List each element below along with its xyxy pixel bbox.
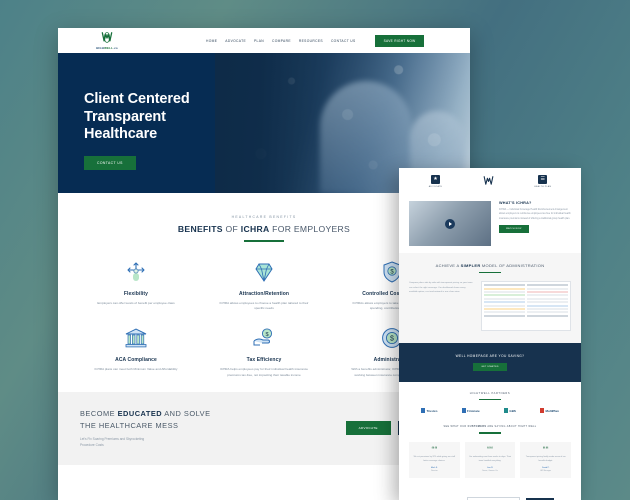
hero-cta-button[interactable]: CONTACT US xyxy=(84,156,136,171)
testimonial-cards: ““ We cut premiums by 32% while giving o… xyxy=(409,441,572,479)
benefit-cards-grid: Flexibility Employers can offer levels o… xyxy=(76,259,452,379)
benefit-description: ICHRA allows employees to choose a healt… xyxy=(219,300,309,310)
quote-mark-icon: ““ xyxy=(487,446,493,453)
bank-building-icon xyxy=(123,325,149,351)
shield-nav-icon: ★ xyxy=(430,174,440,184)
site-logo[interactable]: HIGHWELL.co xyxy=(68,31,146,50)
header-cta-button[interactable]: SAVE RIGHT NOW xyxy=(374,34,425,47)
testimonial-card: ““ We cut premiums by 32% while giving o… xyxy=(409,441,460,479)
quote-mark-icon: ““ xyxy=(431,446,438,453)
cta-copy: BECOME EDUCATED AND SOLVE THE HEALTHCARE… xyxy=(80,408,211,448)
benefit-card: $ Tax Efficiency ICHRA helps employees p… xyxy=(204,325,324,378)
nav-item-contact-us[interactable]: CONTACT US xyxy=(331,39,356,43)
plan-comparison-table-screenshot xyxy=(481,281,571,332)
intro-body: ICHRA — Individual Coverage Health Reimb… xyxy=(499,209,571,220)
benefits-title: BENEFITS OF ICHRA FOR EMPLOYERS xyxy=(177,224,351,234)
nav-item-compare[interactable]: COMPARE xyxy=(272,39,291,43)
sub-site-header: ★ ADVOCATE ☰ HEALTH PLAN xyxy=(399,168,581,194)
nav-item-plan[interactable]: PLAN xyxy=(254,39,264,43)
sub-nav-item-health-plan[interactable]: ☰ HEALTH PLAN xyxy=(534,174,552,188)
testimonial-role: Director xyxy=(431,470,438,473)
partner-mark-icon xyxy=(461,408,466,414)
quote-mark-icon: ““ xyxy=(542,446,549,453)
partner-mark-icon xyxy=(421,408,426,414)
logo-wordmark: HIGHWELL.co xyxy=(96,46,118,50)
band-text: WELL HOMEPAGE ARE YOU SAVING? xyxy=(455,354,525,359)
benefit-title: Flexibility xyxy=(123,290,149,297)
benefit-card: Attraction/Retention ICHRA allows employ… xyxy=(204,259,324,312)
intro-video-thumbnail[interactable] xyxy=(409,201,491,246)
healthwell-logo-icon xyxy=(100,31,114,45)
sub-nav-label: HEALTH PLAN xyxy=(534,185,552,188)
nav-item-home[interactable]: HOME xyxy=(206,39,217,43)
partners-label: HIGHTWELL PARTNERS xyxy=(469,392,511,396)
benefit-title: Tax Efficiency xyxy=(246,357,282,364)
main-site-header: HIGHWELL.co HOME ADVOCATE PLAN COMPARE R… xyxy=(58,28,470,53)
partner-mark-icon xyxy=(503,408,508,414)
partners-underline xyxy=(479,399,501,401)
benefit-description: Employers can offer levels of benefit pe… xyxy=(97,300,175,305)
compare-title: ACHIEVE A SIMPLER MODEL OF ADMINISTRATIO… xyxy=(435,263,545,268)
partner-logo[interactable]: Trustco xyxy=(421,408,437,414)
testimonial-card: ““ Our onboarding went from weeks to day… xyxy=(464,441,516,479)
hand-money-icon: $ xyxy=(251,325,277,351)
advocate-button[interactable]: ADVOCATE xyxy=(345,421,391,436)
compare-title-underline xyxy=(479,272,501,274)
newsletter-section: JOIN OUR NEWSLETTER Email SUBSCRIBE xyxy=(399,488,581,500)
document-nav-icon: ☰ xyxy=(538,174,548,184)
testimonial-role: HR Manager xyxy=(540,470,552,473)
arrows-flexibility-icon xyxy=(123,259,149,285)
partner-logo[interactable]: MultiPlan xyxy=(540,408,559,414)
nav-item-advocate[interactable]: ADVOCATE xyxy=(225,39,246,43)
testimonial-role: Owner, Greene Co. xyxy=(481,470,499,473)
title-underline xyxy=(244,240,284,242)
compare-section: ACHIEVE A SIMPLER MODEL OF ADMINISTRATIO… xyxy=(399,253,581,344)
cta-subtext: Let's Fix Soaring Premiums and Skyrocket… xyxy=(80,437,145,447)
testimonials-section: SEE WHAT OUR CUSTOMERS ARE SAYING ABOUT … xyxy=(399,421,581,489)
secondary-website-mockup: ★ ADVOCATE ☰ HEALTH PLAN WHAT'S ICHRA? I… xyxy=(399,168,581,500)
benefit-card: ACA Compliance ICHRA plans can meet both… xyxy=(76,325,196,378)
partner-logos: Trustco Firstcare GBS MultiPlan xyxy=(409,408,571,414)
testimonial-text: Our onboarding went from weeks to days. … xyxy=(468,455,512,462)
testimonials-label: SEE WHAT OUR CUSTOMERS ARE SAYING ABOUT … xyxy=(443,425,537,429)
nav-item-resources[interactable]: RESOURCES xyxy=(299,39,323,43)
watch-now-button[interactable]: WATCH NOW xyxy=(499,225,529,234)
benefit-description: ICHRA plans can meet both Minimum Value … xyxy=(94,367,178,372)
partner-logo[interactable]: Firstcare xyxy=(461,408,480,414)
testimonials-underline xyxy=(479,432,501,434)
testimonial-card: ““ Transparent pricing finally made sens… xyxy=(520,441,572,479)
savings-band: WELL HOMEPAGE ARE YOU SAVING? GET STARTE… xyxy=(399,343,581,383)
compare-body: Compare plans side by side with transpar… xyxy=(409,282,473,293)
main-nav: HOME ADVOCATE PLAN COMPARE RESOURCES CON… xyxy=(206,34,425,47)
testimonial-text: Transparent pricing finally made sense o… xyxy=(525,455,566,462)
healthwell-logo-icon[interactable] xyxy=(482,175,495,188)
intro-copy: WHAT'S ICHRA? ICHRA — Individual Coverag… xyxy=(499,201,571,234)
play-button-icon[interactable] xyxy=(445,218,455,229)
sub-nav-item-advocate[interactable]: ★ ADVOCATE xyxy=(428,174,443,188)
benefit-title: Attraction/Retention xyxy=(238,290,290,297)
benefit-description: ICHRA helps employees pay for their indi… xyxy=(219,367,309,377)
hero-headline: Client Centered Transparent Healthcare xyxy=(84,91,190,143)
testimonial-text: We cut premiums by 32% while giving our … xyxy=(413,455,456,462)
benefit-card: Flexibility Employers can offer levels o… xyxy=(76,259,196,312)
intro-section: WHAT'S ICHRA? ICHRA — Individual Coverag… xyxy=(399,194,581,253)
svg-text:$: $ xyxy=(390,336,394,343)
partner-logo[interactable]: GBS xyxy=(503,408,516,414)
sub-nav-label: ADVOCATE xyxy=(428,185,443,188)
diamond-icon xyxy=(251,259,277,285)
partners-section: HIGHTWELL PARTNERS Trustco Firstcare GBS… xyxy=(399,382,581,422)
partner-mark-icon xyxy=(540,408,545,414)
cta-headline: BECOME EDUCATED AND SOLVE THE HEALTHCARE… xyxy=(80,409,211,430)
benefits-eyebrow: HEALTHCARE BENEFITS xyxy=(231,215,297,219)
intro-title: WHAT'S ICHRA? xyxy=(499,201,532,205)
hero-copy: Client Centered Transparent Healthcare C… xyxy=(84,91,190,171)
benefit-title: ACA Compliance xyxy=(115,357,157,364)
get-started-button[interactable]: GET STARTED xyxy=(473,363,507,372)
